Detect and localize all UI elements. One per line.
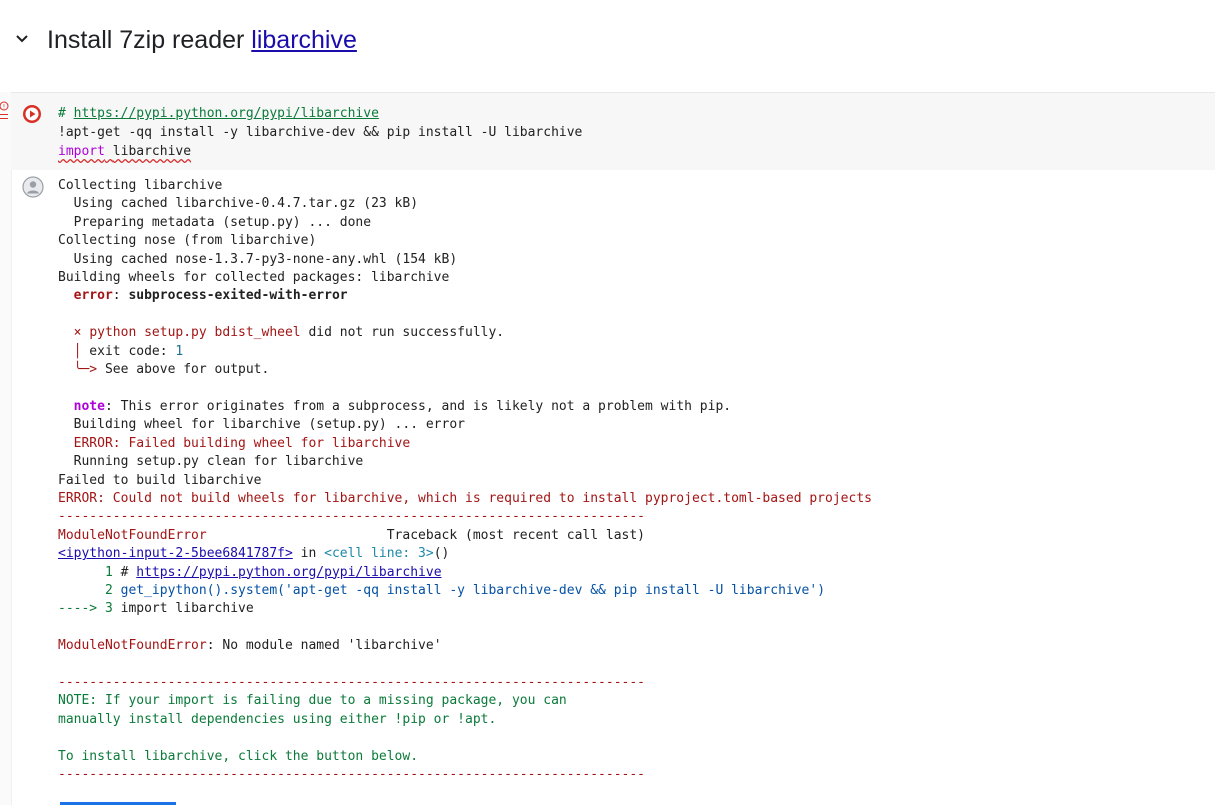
output-line: : This error originates from a subproces…: [104, 398, 732, 414]
libarchive-link[interactable]: libarchive: [251, 26, 357, 54]
pypi-link[interactable]: https://pypi.python.org/pypi/libarchive: [74, 106, 379, 121]
note-label: note: [73, 398, 105, 414]
error-line: ERROR: Failed building wheel for libarch…: [58, 435, 411, 451]
run-cell-icon[interactable]: [22, 104, 42, 124]
divider: ----------------------------------------…: [58, 767, 645, 782]
error-line: ERROR: Could not build wheels for libarc…: [58, 490, 872, 506]
section-header: Install 7zip reader libarchive: [0, 0, 1215, 88]
traceback-cell-ref: <cell line: 3>: [324, 546, 434, 562]
error-badge-icon: !: [0, 101, 9, 119]
import-keyword: import: [58, 144, 105, 159]
traceback-error-name: ModuleNotFoundError: [58, 527, 207, 543]
output-line: #: [120, 564, 137, 580]
tree-arrow: ╰─>: [73, 362, 98, 378]
output-line: Using cached libarchive-0.4.7.tar.gz (23…: [58, 196, 419, 212]
output-line: Building wheel for libarchive (setup.py)…: [58, 417, 465, 433]
output-line: did not run successfully.: [300, 325, 505, 341]
cell-gutter: [0, 92, 11, 805]
comment-hash: #: [58, 106, 74, 121]
output-line: Collecting libarchive: [58, 178, 223, 193]
code-line-2: !apt-get -qq install -y libarchive-dev &…: [58, 125, 583, 140]
output-line: Collecting nose (from libarchive): [58, 233, 317, 249]
note-line: NOTE: If your import is failing due to a…: [58, 693, 567, 709]
output-line: (): [433, 546, 450, 562]
traceback-code: import libarchive: [120, 601, 254, 617]
traceback-input-link[interactable]: <ipython-input-2-5bee6841787f>: [58, 546, 293, 561]
output-text: Collecting libarchive Using cached libar…: [58, 178, 872, 782]
svg-text:!: !: [3, 104, 5, 111]
divider: ----------------------------------------…: [58, 509, 645, 525]
error-text: subprocess-exited-with-error: [128, 288, 348, 304]
output-line: Using cached nose-1.3.7-py3-none-any.whl…: [58, 251, 458, 267]
output-line: exit code:: [81, 343, 176, 359]
section-title-text: Install 7zip reader: [47, 26, 252, 54]
error-label: error: [73, 288, 113, 304]
note-line: To install libarchive, click the button …: [58, 748, 419, 764]
output-area: Collecting libarchive Using cached libar…: [11, 170, 1215, 805]
output-avatar-icon[interactable]: [22, 176, 44, 198]
code-editor[interactable]: # https://pypi.python.org/pypi/libarchiv…: [58, 104, 582, 161]
chevron-down-icon[interactable]: [13, 30, 31, 48]
traceback-arrow: ----> 3: [58, 601, 121, 617]
code-cell[interactable]: # https://pypi.python.org/pypi/libarchiv…: [11, 92, 1215, 171]
section-title: Install 7zip reader libarchive: [47, 26, 357, 55]
import-module: libarchive: [112, 144, 192, 159]
output-line: in: [292, 546, 325, 562]
code-comment: # https://pypi.python.org/pypi/libarchiv…: [58, 106, 379, 121]
final-error-text: : No module named 'libarchive': [206, 638, 442, 654]
line-number: 2: [58, 582, 121, 598]
final-error-name: ModuleNotFoundError: [58, 638, 207, 654]
exit-code: 1: [175, 343, 184, 359]
traceback-header: Traceback (most recent call last): [206, 527, 646, 543]
traceback-code: get_ipython().system('apt-get -qq instal…: [120, 582, 826, 598]
error-mark-icon: ×: [73, 325, 82, 341]
output-line: Building wheels for collected packages: …: [58, 270, 450, 286]
output-line: Preparing metadata (setup.py) ... done: [58, 214, 372, 230]
output-line: Failed to build libarchive: [58, 472, 262, 488]
output-line: Running setup.py clean for libarchive: [58, 454, 364, 470]
failed-command: python setup.py bdist_wheel: [89, 325, 301, 341]
note-line: manually install dependencies using eith…: [58, 711, 497, 727]
divider: ----------------------------------------…: [58, 674, 645, 690]
line-number: 1: [58, 564, 121, 580]
output-line: See above for output.: [97, 362, 270, 378]
traceback-pypi-link[interactable]: https://pypi.python.org/pypi/libarchive: [136, 565, 441, 580]
